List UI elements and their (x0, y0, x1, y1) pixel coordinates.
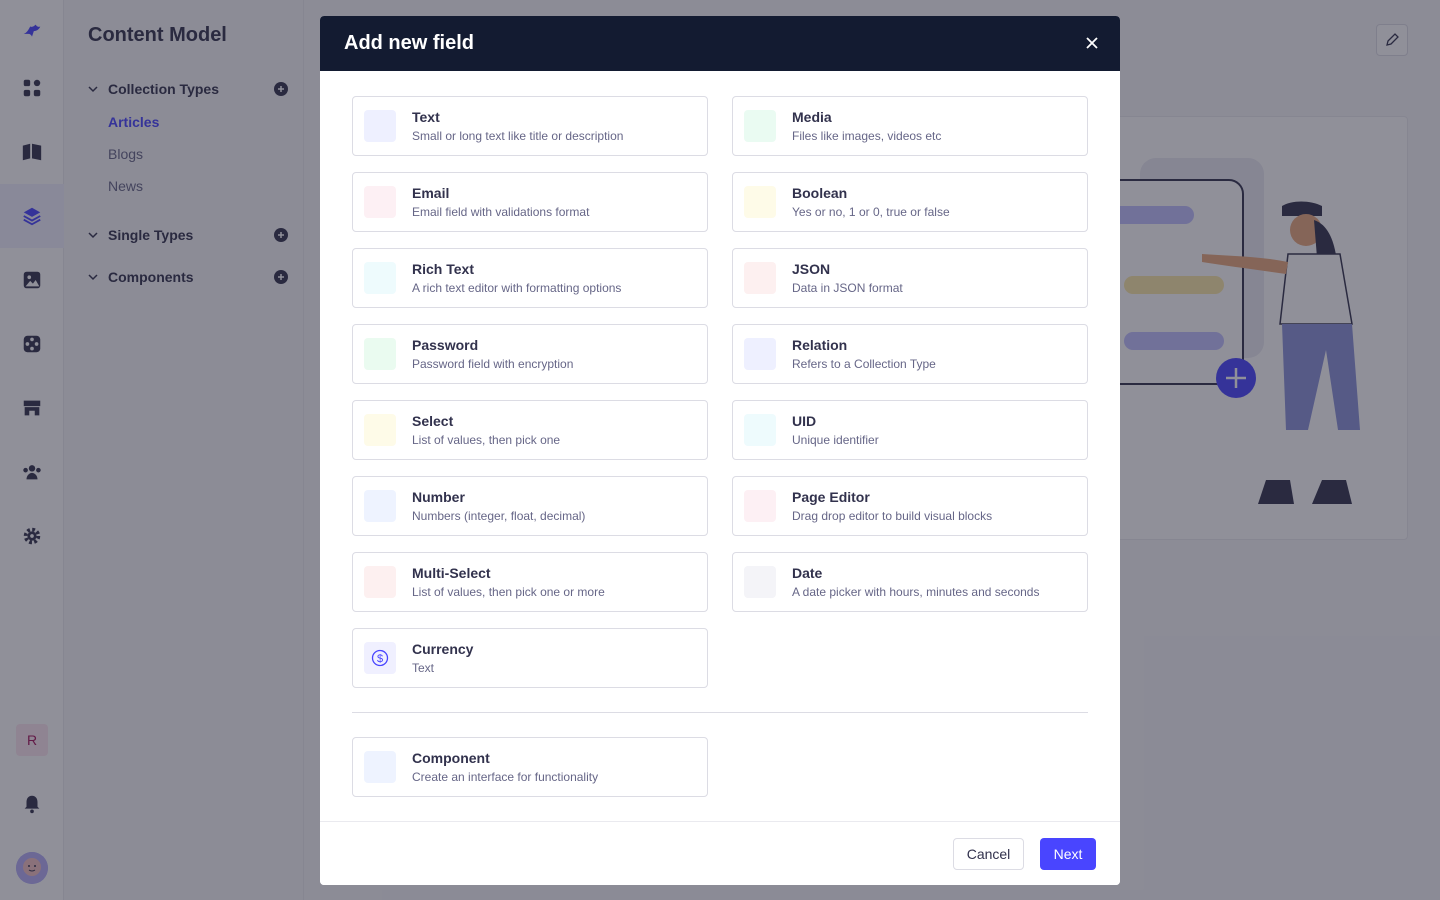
field-option-password[interactable]: Password Password field with encryption (352, 324, 708, 384)
field-name: Rich Text (412, 261, 474, 277)
section-divider (352, 712, 1088, 713)
text-type-icon (364, 110, 396, 142)
add-field-modal: Add new field Text Small or long text lik… (320, 16, 1120, 885)
field-description: Refers to a Collection Type (792, 357, 936, 371)
field-name: UID (792, 413, 817, 429)
field-option-number[interactable]: Number Numbers (integer, float, decimal) (352, 476, 708, 536)
select-type-icon (364, 414, 396, 446)
page-editor-type-icon (744, 490, 776, 522)
field-name: Date (792, 565, 823, 581)
field-description: Email field with validations format (412, 205, 590, 219)
field-description: Create an interface for functionality (412, 770, 599, 784)
field-description: Yes or no, 1 or 0, true or false (792, 205, 950, 219)
next-button[interactable]: Next (1040, 838, 1096, 870)
field-name: Component (412, 750, 490, 766)
field-name: Boolean (792, 185, 848, 201)
field-description: Drag drop editor to build visual blocks (792, 509, 993, 523)
field-description: List of values, then pick one (412, 433, 561, 447)
field-name: Currency (412, 641, 474, 657)
field-name: Number (412, 489, 465, 505)
field-description: Files like images, videos etc (792, 129, 942, 143)
modal-title: Add new field (344, 32, 474, 54)
field-option-currency[interactable]: $ Currency Text (352, 628, 708, 688)
field-name: Text (412, 109, 440, 125)
field-name: Relation (792, 337, 848, 353)
rich-text-type-icon (364, 262, 396, 294)
field-option-boolean[interactable]: Boolean Yes or no, 1 or 0, true or false (732, 172, 1088, 232)
field-name: Select (412, 413, 454, 429)
close-icon[interactable] (1082, 33, 1102, 53)
json-type-icon (744, 262, 776, 294)
field-name: Page Editor (792, 489, 870, 505)
dollar-icon: $ (364, 642, 396, 674)
modal-footer: Cancel Next (320, 821, 1120, 885)
field-option-page-editor[interactable]: Page Editor Drag drop editor to build vis… (732, 476, 1088, 536)
field-description: Unique identifier (792, 433, 879, 447)
date-type-icon (744, 566, 776, 598)
field-description: A date picker with hours, minutes and se… (792, 585, 1040, 599)
field-name: Password (412, 337, 479, 353)
field-option-media[interactable]: Media Files like images, videos etc (732, 96, 1088, 156)
email-type-icon (364, 186, 396, 218)
field-description: Numbers (integer, float, decimal) (412, 509, 586, 523)
field-option-date[interactable]: Date A date picker with hours, minutes an… (732, 552, 1088, 612)
relation-type-icon (744, 338, 776, 370)
field-description: Data in JSON format (792, 281, 903, 295)
field-option-json[interactable]: JSON Data in JSON format (732, 248, 1088, 308)
field-description: Password field with encryption (412, 357, 574, 371)
field-name: Email (412, 185, 450, 201)
field-option-email[interactable]: Email Email field with validations format (352, 172, 708, 232)
field-option-component[interactable]: Component Create an interface for functio… (352, 737, 708, 797)
number-type-icon (364, 490, 396, 522)
uid-type-icon (744, 414, 776, 446)
modal-body: Text Small or long text like title or des… (320, 71, 1120, 821)
svg-text:$: $ (377, 653, 383, 665)
field-description: Small or long text like title or descrip… (412, 129, 624, 143)
field-name: Media (792, 109, 832, 125)
boolean-type-icon (744, 186, 776, 218)
media-type-icon (744, 110, 776, 142)
field-option-text[interactable]: Text Small or long text like title or des… (352, 96, 708, 156)
field-option-select[interactable]: Select List of values, then pick one (352, 400, 708, 460)
field-option-rich-text[interactable]: Rich Text A rich text editor with formatt… (352, 248, 708, 308)
cancel-button[interactable]: Cancel (953, 838, 1024, 870)
field-description: List of values, then pick one or more (412, 585, 605, 599)
field-option-multi-select[interactable]: Multi-Select List of values, then pick on… (352, 552, 708, 612)
field-name: Multi-Select (412, 565, 491, 581)
field-name: JSON (792, 261, 831, 277)
multi-select-type-icon (364, 566, 396, 598)
field-option-uid[interactable]: UID Unique identifier (732, 400, 1088, 460)
field-option-relation[interactable]: Relation Refers to a Collection Type (732, 324, 1088, 384)
field-description: Text (412, 661, 435, 675)
component-type-icon (364, 751, 396, 783)
modal-header: Add new field (320, 16, 1120, 71)
field-description: A rich text editor with formatting optio… (412, 281, 622, 295)
password-type-icon (364, 338, 396, 370)
